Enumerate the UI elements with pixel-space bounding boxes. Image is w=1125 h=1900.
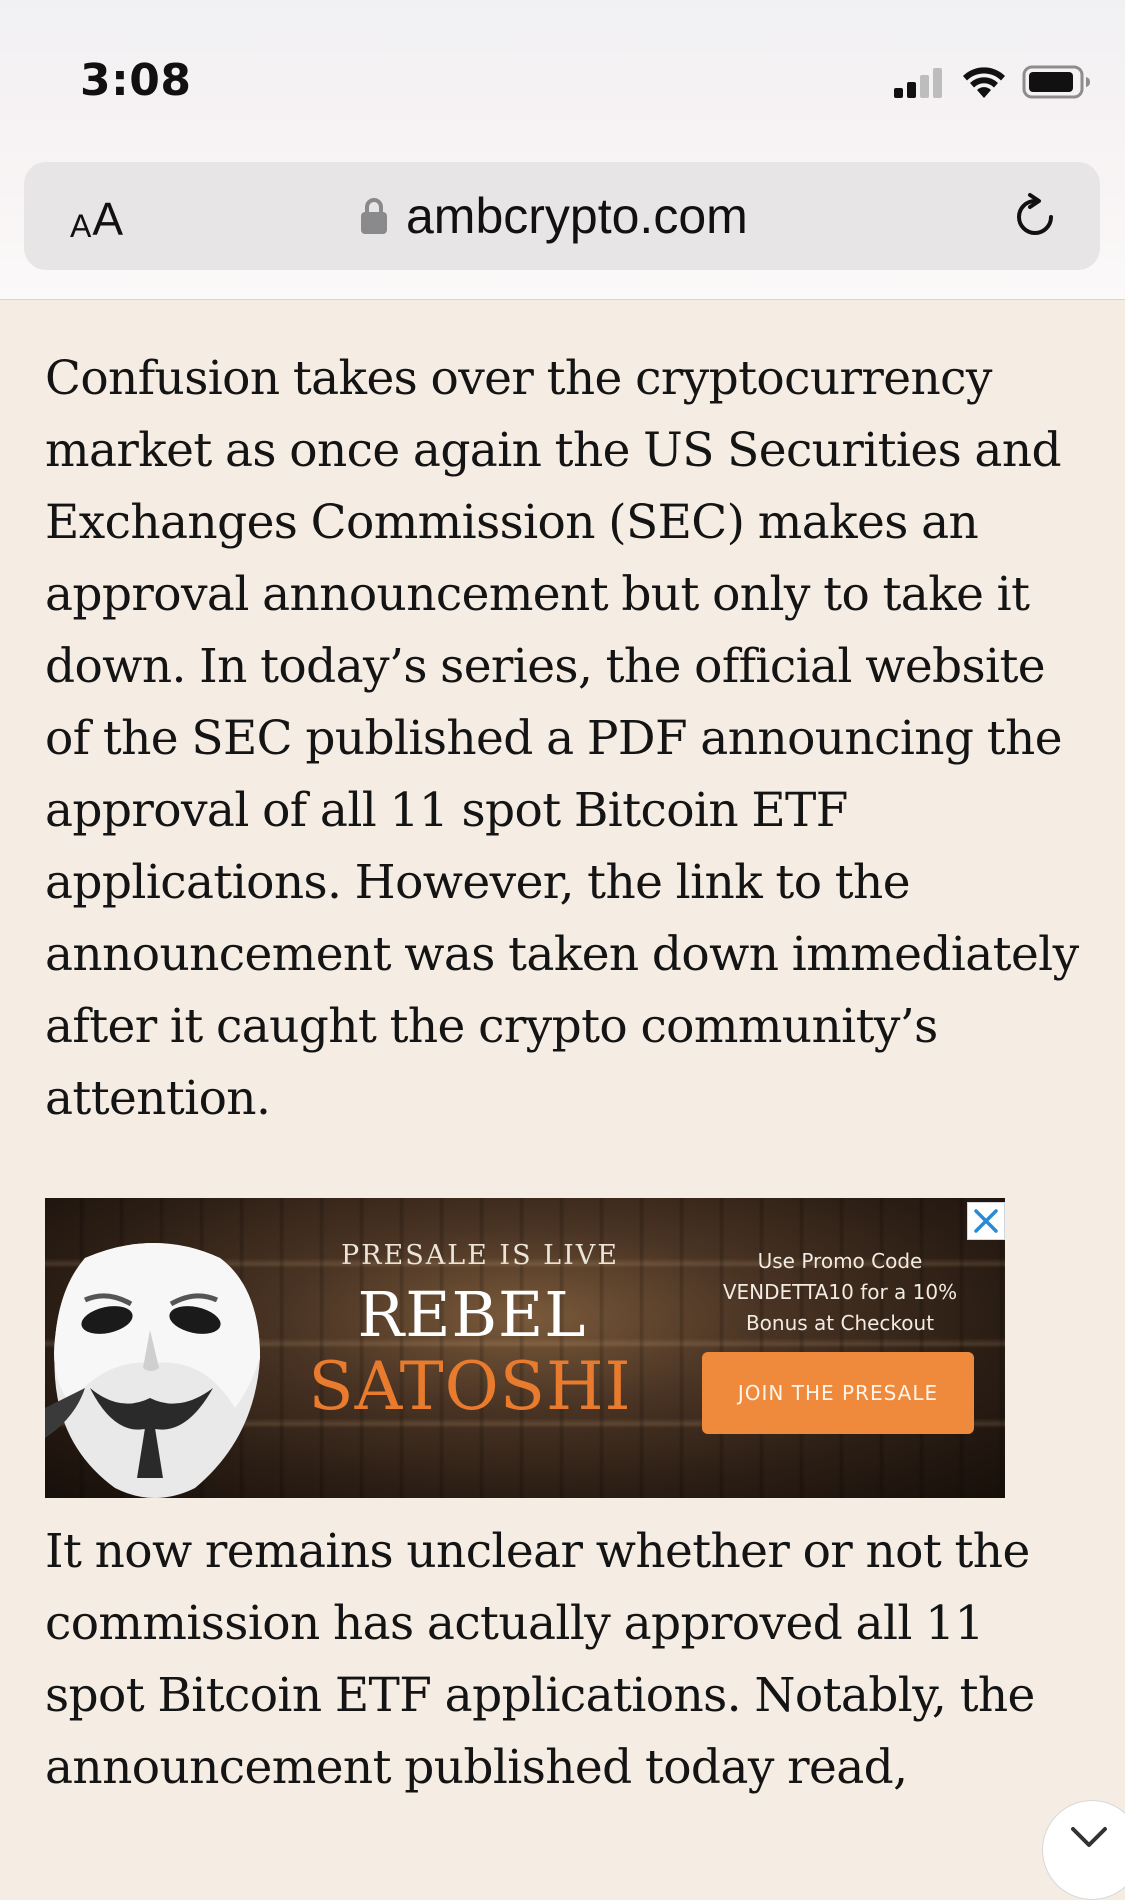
lock-icon <box>361 198 387 234</box>
status-time: 3:08 <box>80 55 192 106</box>
ad-close-button[interactable] <box>967 1202 1005 1240</box>
article-paragraph-2: It now remains unclear whether or not th… <box>45 1524 1035 1795</box>
ad-banner[interactable]: PRESALE IS LIVE REBEL SATOSHI Use Promo … <box>45 1198 1005 1498</box>
ad-brand-rebel: REBEL <box>357 1278 587 1351</box>
ad-promo-line-3: Bonus at Checkout <box>745 1311 935 1335</box>
reader-mode-button[interactable]: A A <box>70 190 123 242</box>
url-text: ambcrypto.com <box>406 188 748 244</box>
ad-promo-line-2: VENDETTA10 for a 10% <box>722 1280 958 1304</box>
ad-promo-line-1: Use Promo Code <box>757 1249 923 1273</box>
reader-big-a: A <box>92 193 124 245</box>
close-icon <box>974 1209 998 1233</box>
address-bar[interactable]: A A ambcrypto.com <box>24 162 1100 270</box>
ad-promo-text: Use Promo Code VENDETTA10 for a 10% Bonu… <box>685 1246 995 1339</box>
reader-small-a: A <box>70 208 92 244</box>
signal-icon <box>894 68 942 98</box>
ad-brand-satoshi: SATOSHI <box>308 1348 632 1425</box>
reload-icon[interactable] <box>1010 192 1060 242</box>
join-presale-button[interactable]: JOIN THE PRESALE <box>702 1352 974 1434</box>
battery-icon <box>1022 65 1090 99</box>
collapse-button[interactable] <box>1042 1800 1125 1900</box>
wifi-icon <box>963 67 1005 98</box>
article-paragraph-1: Confusion takes over the cryptocurrency … <box>45 351 1079 1126</box>
browser-chrome: 3:08 A A ambcrypto.com <box>0 0 1125 300</box>
ad-presale-live: PRESALE IS LIVE <box>341 1240 619 1271</box>
chevron-down-icon <box>1071 1827 1107 1847</box>
url-field[interactable]: ambcrypto.com <box>360 182 748 250</box>
